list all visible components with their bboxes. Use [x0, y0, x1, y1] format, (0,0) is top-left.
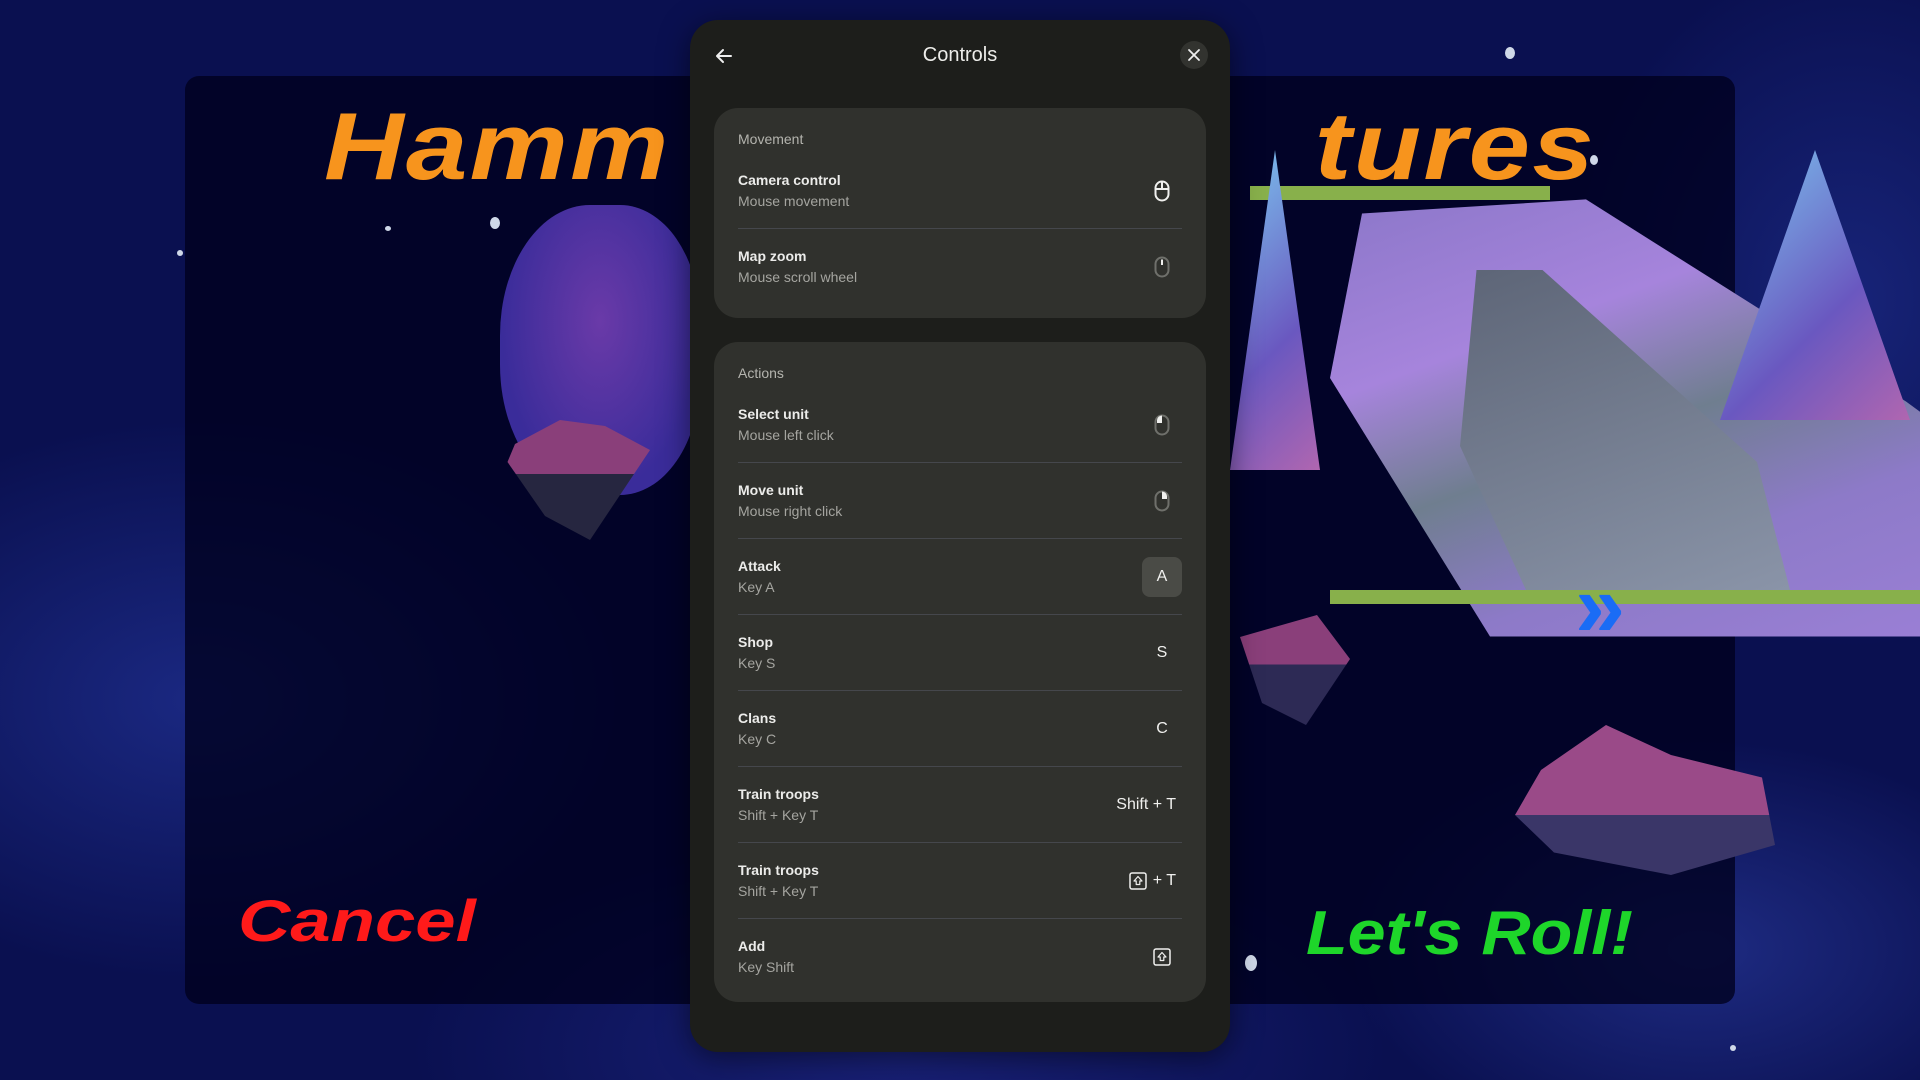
star — [177, 250, 183, 256]
controls-dialog: Controls Movement Camera control Mouse m… — [690, 20, 1230, 1052]
row-title: Train troops — [738, 861, 819, 878]
control-row-train-troops[interactable]: Train troops Shift + Key T Shift + T — [738, 767, 1182, 843]
dialog-header: Controls — [690, 20, 1230, 90]
star — [385, 226, 391, 231]
key-badge: S — [1156, 643, 1168, 661]
row-title: Camera control — [738, 171, 841, 188]
row-subtitle: Mouse movement — [738, 192, 850, 209]
row-title: Select unit — [738, 405, 809, 422]
lets-roll-button[interactable]: Let's Roll! — [1306, 898, 1633, 969]
row-subtitle: Mouse left click — [738, 426, 834, 443]
close-button[interactable] — [1180, 41, 1208, 69]
row-title: Move unit — [738, 481, 804, 498]
section-label: Movement — [738, 131, 804, 147]
track-edge — [1330, 590, 1920, 604]
control-row-select-unit[interactable]: Select unit Mouse left click — [738, 387, 1182, 463]
row-title: Add — [738, 937, 766, 954]
control-row-camera[interactable]: Camera control Mouse movement — [738, 153, 1182, 229]
star — [1245, 955, 1257, 971]
shift-key-icon — [1153, 947, 1171, 966]
row-title: Clans — [738, 709, 777, 726]
star — [1505, 47, 1515, 59]
row-subtitle: Mouse scroll wheel — [738, 268, 858, 285]
star — [490, 217, 500, 229]
row-subtitle: Shift + Key T — [738, 806, 819, 823]
row-subtitle: Shift + Key T — [738, 882, 819, 899]
section-label: Actions — [738, 365, 784, 381]
control-row-add[interactable]: Add Key Shift — [738, 919, 1182, 994]
game-title-right: tures — [1314, 93, 1597, 200]
cancel-button[interactable]: Cancel — [238, 888, 476, 955]
actions-section: Actions Select unit Mouse left click Mov… — [714, 342, 1206, 1002]
close-icon — [1187, 48, 1201, 62]
shift-key-icon — [1128, 871, 1147, 890]
key-badge: A — [1142, 556, 1182, 597]
row-subtitle: Key A — [738, 578, 775, 595]
row-title: Shop — [738, 633, 773, 650]
control-row-clans[interactable]: Clans Key C C — [738, 691, 1182, 767]
key-badge: Shift + T — [1116, 795, 1176, 813]
row-subtitle: Key S — [738, 654, 776, 671]
fast-forward-icon: » — [1575, 556, 1625, 656]
movement-section: Movement Camera control Mouse movement M… — [714, 108, 1206, 318]
row-subtitle: Mouse right click — [738, 502, 843, 519]
row-title: Train troops — [738, 785, 819, 802]
key-badge: C — [1156, 719, 1168, 737]
control-row-attack[interactable]: Attack Key A A — [738, 539, 1182, 615]
row-title: Attack — [738, 557, 781, 574]
row-subtitle: Key Shift — [738, 958, 795, 975]
mouse-scroll-icon — [1154, 256, 1170, 278]
dialog-title: Controls — [922, 44, 998, 66]
crystal — [1720, 150, 1910, 420]
mouse-right-click-icon — [1154, 490, 1170, 512]
row-subtitle: Key C — [738, 730, 777, 747]
control-row-train-troops-icon[interactable]: Train troops Shift + Key T + T — [738, 843, 1182, 919]
game-title-left: Hamm — [323, 93, 671, 200]
control-row-move-unit[interactable]: Move unit Mouse right click — [738, 463, 1182, 539]
star — [1730, 1045, 1736, 1051]
control-row-shop[interactable]: Shop Key S S — [738, 615, 1182, 691]
key-suffix: + T — [1152, 871, 1176, 889]
control-row-map-zoom[interactable]: Map zoom Mouse scroll wheel — [738, 229, 1182, 304]
row-title: Map zoom — [738, 247, 807, 264]
mouse-left-click-icon — [1154, 414, 1170, 436]
mouse-icon — [1154, 180, 1170, 202]
